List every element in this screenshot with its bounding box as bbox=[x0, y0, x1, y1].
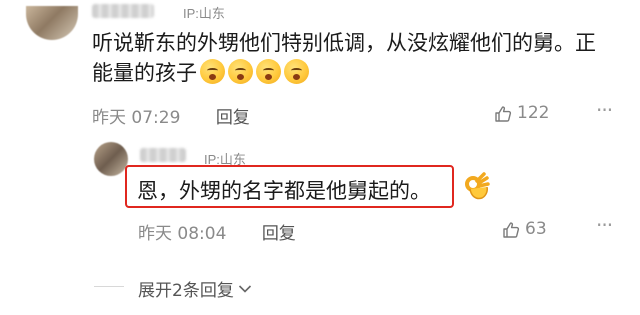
expand-replies-button[interactable]: 展开2条回复 bbox=[138, 276, 252, 301]
comment-thread: IP:山东 听说靳东的外甥他们特别低调，从没炫耀他们的舅。正能量的孩子 昨天 0… bbox=[0, 0, 640, 315]
expand-replies-label: 展开2条回复 bbox=[138, 281, 234, 301]
username-blurred[interactable] bbox=[140, 148, 186, 162]
reply-time: 昨天 08:04 bbox=[138, 224, 227, 244]
username-blurred[interactable] bbox=[92, 4, 154, 18]
like-count: 63 bbox=[525, 219, 547, 239]
more-options-icon[interactable]: ··· bbox=[596, 98, 613, 122]
reply-button[interactable]: 回复 bbox=[262, 224, 296, 244]
crying-face-icon bbox=[200, 59, 225, 84]
more-options-icon[interactable]: ··· bbox=[596, 213, 613, 237]
crying-face-icon bbox=[284, 59, 309, 84]
like-count: 122 bbox=[517, 103, 550, 123]
divider bbox=[94, 286, 124, 287]
comment-body: 听说靳东的外甥他们特别低调，从没炫耀他们的舅。正能量的孩子 bbox=[92, 31, 596, 85]
reply-text: 恩，外甥的名字都是他舅起的。 bbox=[137, 179, 431, 203]
chevron-down-icon bbox=[238, 279, 252, 299]
reply-button[interactable]: 回复 bbox=[216, 108, 250, 128]
avatar[interactable] bbox=[26, 6, 78, 40]
ip-location: IP:山东 bbox=[183, 6, 225, 21]
comment-meta: 昨天 07:29 回复 bbox=[92, 103, 250, 128]
like-button[interactable]: 122 bbox=[494, 103, 549, 123]
thumbs-up-icon bbox=[494, 105, 512, 122]
ok-hand-icon bbox=[462, 172, 492, 202]
like-button[interactable]: 63 bbox=[502, 219, 547, 239]
crying-face-icon bbox=[256, 59, 281, 84]
reply-meta: 昨天 08:04 回复 bbox=[138, 219, 296, 244]
crying-face-icon bbox=[228, 59, 253, 84]
comment-time: 昨天 07:29 bbox=[92, 108, 181, 128]
thumbs-up-icon bbox=[502, 221, 520, 238]
avatar[interactable] bbox=[94, 142, 128, 176]
comment-text: 听说靳东的外甥他们特别低调，从没炫耀他们的舅。正能量的孩子 bbox=[92, 28, 612, 88]
